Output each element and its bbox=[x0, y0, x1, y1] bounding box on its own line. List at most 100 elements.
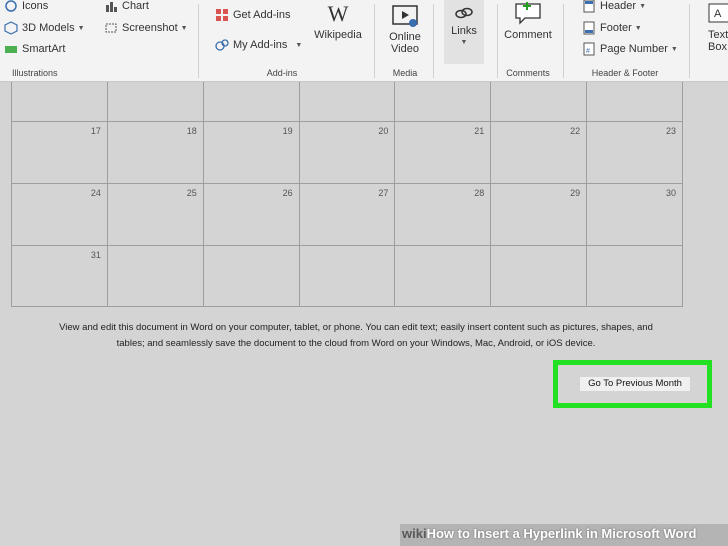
divider bbox=[198, 4, 199, 78]
calendar-cell[interactable]: 18 bbox=[108, 122, 204, 183]
divider bbox=[497, 4, 498, 78]
wikipedia-button[interactable]: W Wikipedia bbox=[312, 2, 364, 42]
calendar-cell[interactable] bbox=[108, 246, 204, 306]
divider bbox=[433, 4, 434, 78]
day-number: 22 bbox=[570, 126, 581, 136]
online-video-line1: Online bbox=[389, 31, 421, 43]
text-box-line2: Box bbox=[708, 41, 727, 53]
calendar-cell[interactable] bbox=[395, 246, 492, 306]
text-box-button[interactable]: A Text Box bbox=[700, 2, 728, 53]
watermark: wikiHow to Insert a Hyperlink in Microso… bbox=[402, 526, 696, 541]
illustrations-group-label: Illustrations bbox=[12, 68, 58, 78]
watermark-wiki: wiki bbox=[402, 526, 427, 541]
calendar-cell[interactable]: 27 bbox=[300, 184, 396, 245]
page-number-button[interactable]: # Page Number ▼ bbox=[582, 42, 678, 56]
day-number: 28 bbox=[474, 188, 485, 198]
comment-label: Comment bbox=[504, 29, 552, 41]
calendar-table: 17 18 19 20 21 22 23 24 25 26 27 28 29 3… bbox=[11, 82, 684, 307]
smartart-icon bbox=[4, 42, 18, 56]
calendar-cell[interactable]: 31 bbox=[12, 246, 108, 306]
icons-icon bbox=[4, 0, 18, 13]
3d-models-label: 3D Models bbox=[22, 22, 75, 34]
calendar-cell[interactable]: 21 bbox=[395, 122, 492, 183]
calendar-cell[interactable]: 22 bbox=[491, 122, 588, 183]
screenshot-label: Screenshot bbox=[122, 22, 178, 34]
calendar-cell[interactable] bbox=[12, 82, 108, 121]
go-to-previous-month-button[interactable]: Go To Previous Month bbox=[580, 377, 690, 391]
header-label: Header bbox=[600, 0, 637, 12]
icons-button[interactable]: Icons bbox=[4, 0, 48, 13]
day-number: 17 bbox=[90, 126, 101, 136]
calendar-cell[interactable]: 29 bbox=[491, 184, 588, 245]
header-footer-group-label: Header & Footer bbox=[591, 68, 659, 78]
header-icon bbox=[582, 0, 596, 13]
calendar-cell[interactable] bbox=[108, 82, 204, 121]
ribbon: Icons 3D Models ▼ SmartArt Chart Screens… bbox=[0, 0, 728, 82]
calendar-row: 24 25 26 27 28 29 30 bbox=[12, 184, 684, 246]
calendar-cell[interactable] bbox=[204, 82, 300, 121]
calendar-cell[interactable]: 17 bbox=[12, 122, 108, 183]
day-number: 30 bbox=[666, 188, 677, 198]
text-box-icon: A bbox=[708, 2, 728, 26]
watermark-title: How to Insert a Hyperlink in Microsoft W… bbox=[426, 526, 697, 541]
chevron-down-icon: ▼ bbox=[77, 24, 85, 32]
divider bbox=[563, 4, 564, 78]
chart-icon bbox=[104, 0, 118, 13]
chart-button[interactable]: Chart bbox=[104, 0, 149, 13]
calendar-cell[interactable]: 23 bbox=[587, 122, 684, 183]
online-video-line2: Video bbox=[391, 43, 419, 55]
3d-models-button[interactable]: 3D Models ▼ bbox=[4, 21, 85, 35]
online-video-button[interactable]: Online Video bbox=[384, 4, 426, 55]
footer-label: Footer bbox=[600, 22, 632, 34]
day-number: 19 bbox=[282, 126, 293, 136]
text-box-line1: Text bbox=[708, 29, 728, 41]
get-addins-button[interactable]: Get Add-ins bbox=[215, 8, 290, 22]
get-addins-label: Get Add-ins bbox=[233, 9, 291, 21]
comment-button[interactable]: Comment bbox=[500, 2, 556, 41]
addins-group-label: Add-ins bbox=[266, 68, 298, 78]
chevron-down-icon: ▼ bbox=[180, 24, 188, 32]
calendar-cell[interactable]: 24 bbox=[12, 184, 108, 245]
page-number-label: Page Number bbox=[600, 43, 668, 55]
day-number: 24 bbox=[90, 188, 101, 198]
my-addins-label: My Add-ins bbox=[233, 39, 288, 51]
footer-button[interactable]: Footer ▼ bbox=[582, 21, 642, 35]
calendar-cell[interactable]: 25 bbox=[108, 184, 204, 245]
day-number: 18 bbox=[186, 126, 197, 136]
calendar-row bbox=[12, 82, 684, 122]
calendar-cell[interactable] bbox=[395, 82, 492, 121]
calendar-cell[interactable] bbox=[491, 82, 588, 121]
screenshot-button[interactable]: Screenshot ▼ bbox=[104, 21, 188, 35]
note-line: View and edit this document in Word on y… bbox=[59, 322, 653, 333]
note-line: tables; and seamlessly save the document… bbox=[116, 338, 596, 349]
svg-text:#: # bbox=[586, 48, 590, 55]
svg-text:A: A bbox=[714, 8, 722, 20]
calendar-cell[interactable] bbox=[204, 246, 300, 306]
calendar-cell[interactable] bbox=[491, 246, 588, 306]
day-number: 27 bbox=[378, 188, 389, 198]
calendar-cell[interactable] bbox=[587, 246, 684, 306]
links-button[interactable]: Links ▼ bbox=[444, 0, 484, 64]
link-icon bbox=[453, 0, 475, 22]
calendar-cell[interactable] bbox=[587, 82, 684, 121]
day-number: 21 bbox=[474, 126, 485, 136]
icons-label: Icons bbox=[22, 0, 49, 12]
calendar-cell[interactable]: 26 bbox=[204, 184, 300, 245]
screenshot-icon bbox=[104, 21, 118, 35]
my-addins-button[interactable]: My Add-ins ▼ bbox=[215, 38, 302, 52]
calendar-cell[interactable] bbox=[300, 246, 396, 306]
smartart-button[interactable]: SmartArt bbox=[4, 42, 65, 56]
calendar-cell[interactable] bbox=[300, 82, 396, 121]
day-number: 31 bbox=[90, 250, 101, 260]
video-icon bbox=[392, 4, 418, 28]
chart-label: Chart bbox=[122, 0, 149, 12]
calendar-cell[interactable]: 30 bbox=[587, 184, 684, 245]
chevron-down-icon: ▼ bbox=[295, 41, 303, 49]
calendar-cell[interactable]: 28 bbox=[395, 184, 492, 245]
header-button[interactable]: Header ▼ bbox=[582, 0, 646, 13]
calendar-cell[interactable]: 19 bbox=[204, 122, 300, 183]
store-icon bbox=[215, 8, 229, 22]
media-group-label: Media bbox=[392, 68, 418, 78]
cube-icon bbox=[4, 21, 18, 35]
calendar-cell[interactable]: 20 bbox=[300, 122, 396, 183]
